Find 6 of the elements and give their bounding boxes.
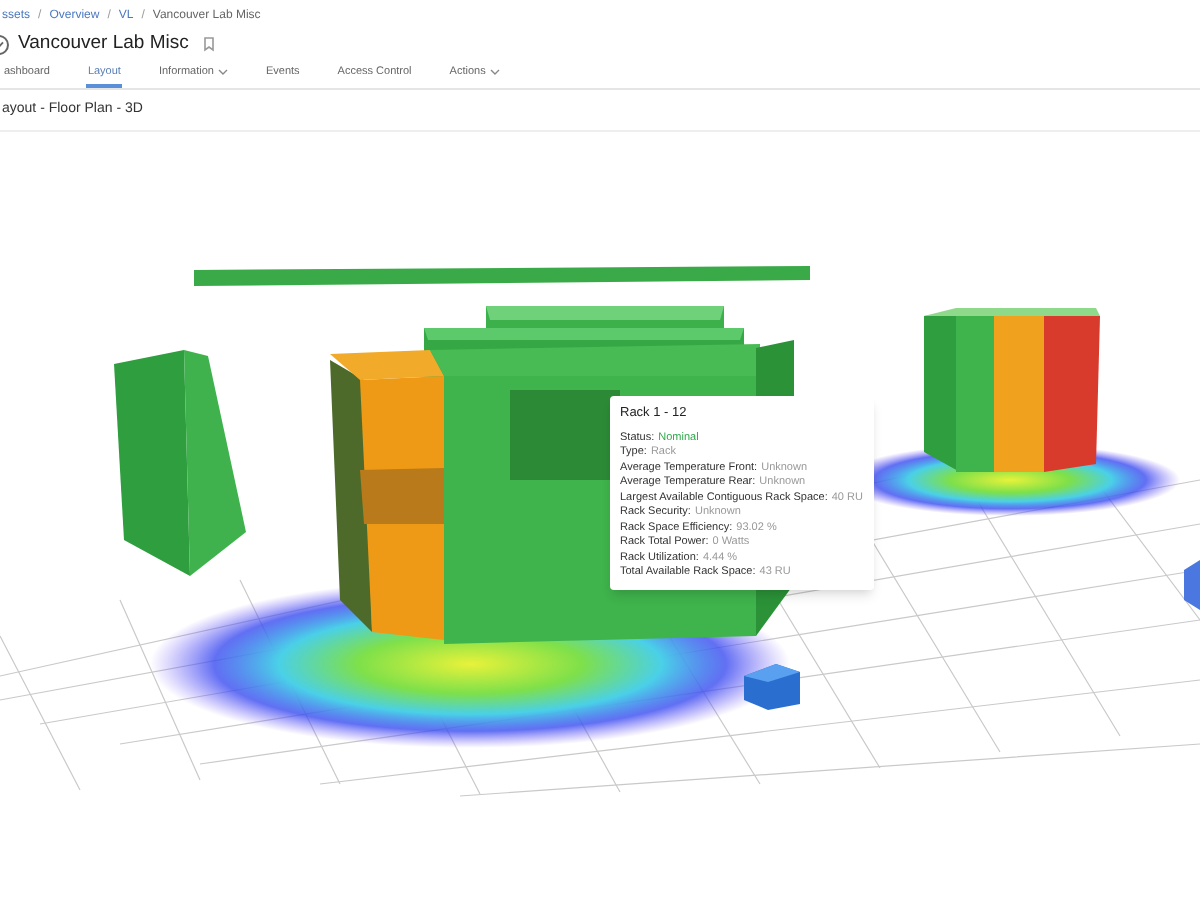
page-title: Vancouver Lab Misc — [18, 34, 189, 54]
rack-row-drawing[interactable] — [924, 308, 1100, 472]
rack-edge — [1184, 560, 1200, 610]
bookmark-icon[interactable] — [202, 36, 217, 52]
rack-drawing[interactable] — [114, 350, 246, 576]
small-box-drawing[interactable] — [744, 664, 800, 710]
